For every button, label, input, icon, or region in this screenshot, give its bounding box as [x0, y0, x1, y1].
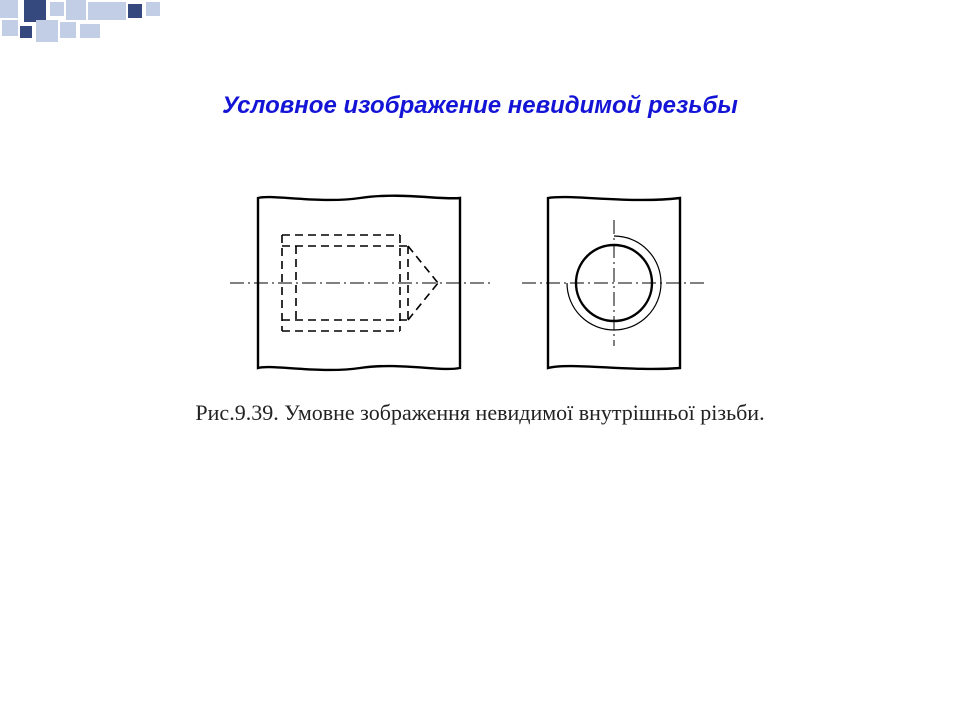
figure-drawing [0, 180, 960, 390]
figure-caption: Рис.9.39. Умовне зображення невидимої вн… [0, 400, 960, 426]
corner-decoration [0, 0, 180, 50]
page-title: Условное изображение невидимой резьбы [0, 92, 960, 120]
